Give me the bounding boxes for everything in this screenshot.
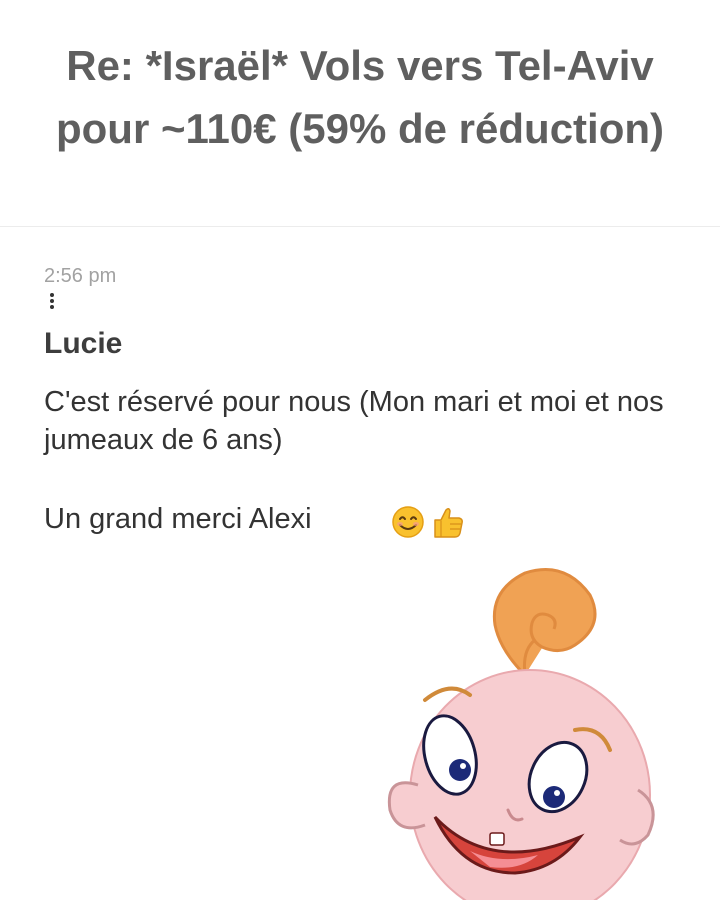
emoji-group [392,505,472,539]
thumbs-up-icon [434,507,463,538]
message-thanks: Un grand merci Alexi [44,503,312,535]
emoji-svg [392,506,463,538]
smiling-face-icon [392,506,424,538]
message-body: C'est réservé pour nous (Mon mari et moi… [44,386,664,456]
message-timestamp: 2:56 pm [44,265,117,287]
thread-title: Re: *Israël* Vols vers Tel-Aviv pour ~11… [55,42,664,152]
sticker-tooth [489,832,505,846]
sticker-hair-curl [492,568,597,677]
message-author[interactable]: Lucie [44,326,122,362]
message-page: Re: *Israël* Vols vers Tel-Aviv pour ~11… [0,0,720,900]
baby-face-sticker[interactable] [370,555,670,900]
more-options-icon[interactable] [49,293,55,311]
baby-face-image [387,568,655,900]
thread-header: Re: *Israël* Vols vers Tel-Aviv pour ~11… [0,0,720,227]
